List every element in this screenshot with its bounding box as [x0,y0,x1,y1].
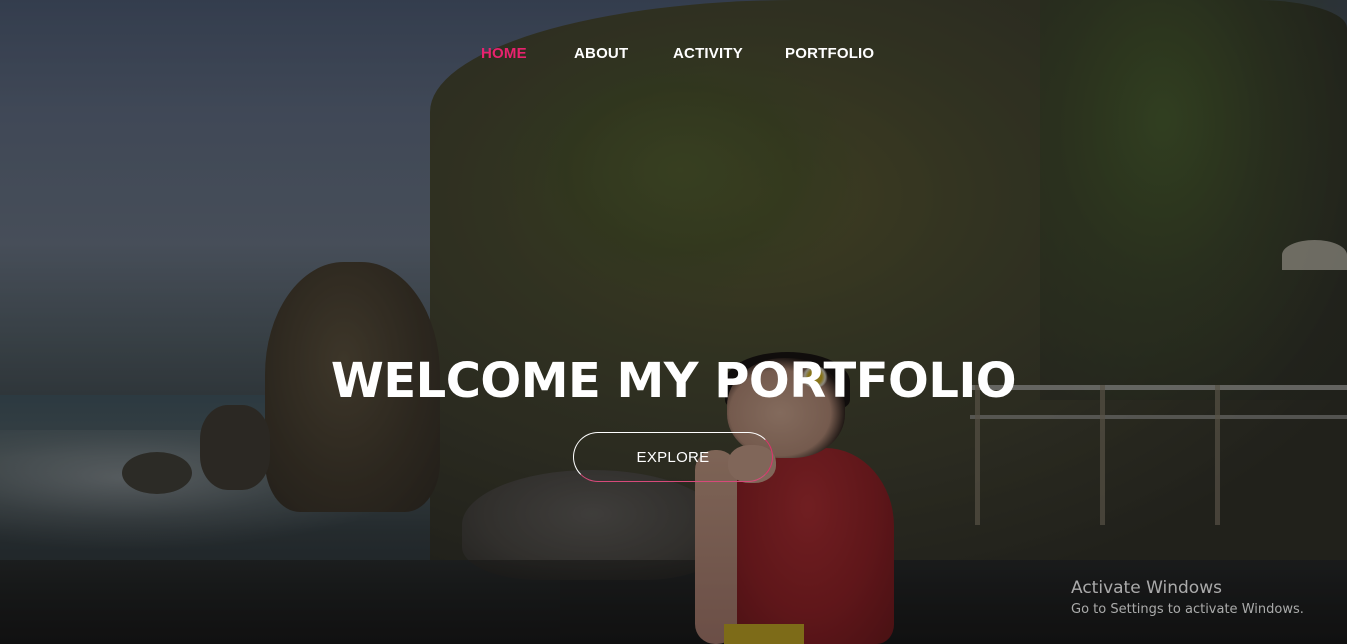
nav-item-portfolio[interactable]: PORTFOLIO [785,44,874,64]
dark-overlay [0,0,1347,644]
hero-section: HOME ABOUT ACTIVITY PORTFOLIO WELCOME MY… [0,0,1347,644]
hero-headline: WELCOME MY PORTFOLIO [330,353,1017,410]
explore-button[interactable]: EXPLORE [573,432,773,482]
nav-item-activity[interactable]: ACTIVITY [673,44,743,64]
nav-item-about[interactable]: ABOUT [574,44,628,64]
main-nav: HOME ABOUT ACTIVITY PORTFOLIO [0,44,1347,66]
watermark-title: Activate Windows [1071,578,1222,598]
windows-activation-watermark: Activate Windows Go to Settings to activ… [1071,577,1304,620]
watermark-subtitle: Go to Settings to activate Windows. [1071,602,1304,617]
nav-item-home[interactable]: HOME [481,44,527,64]
